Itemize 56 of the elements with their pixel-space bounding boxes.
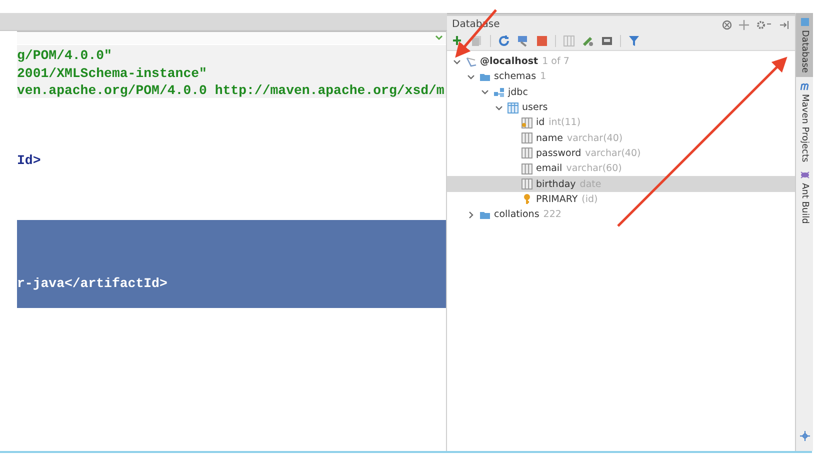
code-line: Id>: [17, 153, 41, 168]
schema-icon: [493, 86, 505, 98]
tree-item-detail: varchar(40): [585, 148, 641, 159]
stop-icon[interactable]: [536, 35, 548, 47]
connection-icon: [465, 56, 477, 68]
tree-item-label[interactable]: id: [536, 117, 545, 128]
tree-item-detail: varchar(40): [566, 132, 623, 144]
tree-item-detail: int(11): [548, 117, 581, 128]
check-icon: [435, 35, 443, 41]
code-line: ven.apache.org/POM/4.0.0 http://maven.apache.org/xsd/m: [17, 83, 444, 98]
table-icon: [507, 102, 519, 114]
chevron-down-icon[interactable]: [467, 72, 475, 81]
tree-item-detail: 1: [540, 71, 546, 82]
edit-icon[interactable]: [582, 35, 594, 47]
console-icon[interactable]: [601, 35, 613, 47]
tree-item-label[interactable]: @localhost: [480, 56, 538, 68]
tree-item-detail: 1 of 7: [542, 56, 570, 68]
tree-item-label[interactable]: email: [536, 163, 562, 174]
column-icon: [521, 132, 533, 144]
chevron-down-icon[interactable]: [495, 104, 503, 112]
side-tab[interactable]: Maven Projects: [796, 76, 813, 166]
code-line: 2001/XMLSchema-instance": [17, 66, 207, 80]
hide-icon[interactable]: [779, 20, 789, 30]
filter-icon[interactable]: [628, 35, 640, 47]
tree-item-detail: varchar(60): [566, 163, 622, 174]
add-icon[interactable]: [452, 35, 464, 47]
crosshair-icon[interactable]: [800, 431, 810, 441]
refresh-icon[interactable]: [498, 35, 510, 47]
tree-item-detail: (id): [582, 194, 598, 205]
tree-item-label[interactable]: users: [522, 102, 548, 114]
column-icon: [521, 147, 533, 160]
side-tab[interactable]: Ant Build: [796, 166, 813, 228]
database-icon: [800, 17, 810, 27]
maven-icon: [800, 80, 810, 91]
tree-item-label[interactable]: password: [536, 148, 582, 159]
code-line: g/POM/4.0.0": [17, 48, 112, 63]
tree-item-detail: 222: [543, 209, 562, 220]
key-icon: [521, 193, 533, 206]
tree-item-label[interactable]: schemas: [494, 71, 536, 82]
settings-icon[interactable]: [756, 20, 772, 30]
copy-icon[interactable]: [471, 35, 483, 47]
tree-item-label[interactable]: birthday: [536, 178, 576, 190]
chevron-down-icon[interactable]: [453, 58, 461, 66]
tree-item-label[interactable]: name: [536, 132, 563, 144]
ant-icon: [800, 170, 810, 180]
chevron-right-icon[interactable]: [467, 210, 475, 219]
key-column-icon: [521, 116, 533, 129]
tree-item-label[interactable]: PRIMARY: [536, 194, 578, 205]
split-icon[interactable]: [739, 20, 749, 30]
column-icon: [521, 162, 533, 175]
column-icon: [521, 178, 533, 190]
tree-item-label[interactable]: jdbc: [508, 86, 528, 98]
code-line: r-java</artifactId>: [17, 276, 168, 290]
tree-item-label[interactable]: collations: [494, 209, 540, 220]
side-tab[interactable]: Database: [796, 13, 813, 77]
chevron-down-icon[interactable]: [481, 88, 489, 96]
